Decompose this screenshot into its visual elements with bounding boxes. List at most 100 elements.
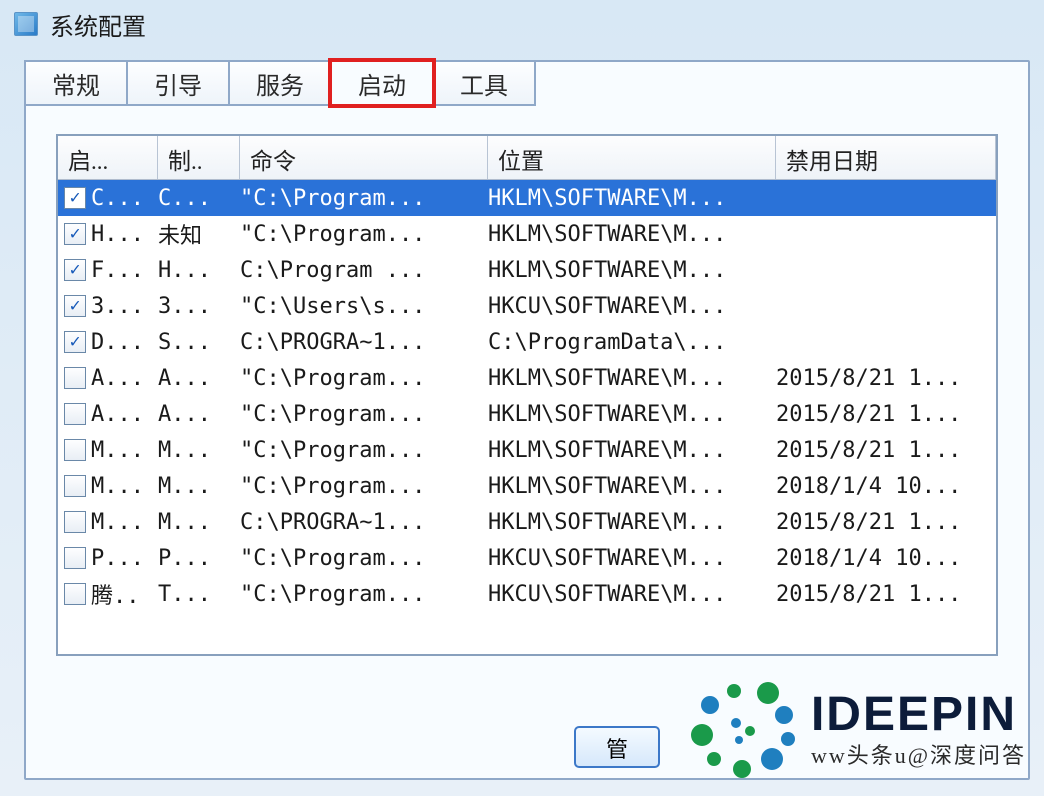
cell-c2: C:\PROGRA~1... bbox=[240, 330, 488, 355]
cell-startup-item: A... bbox=[91, 366, 144, 391]
cell-c2: "C:\Program... bbox=[240, 438, 488, 463]
cell-c1: A... bbox=[158, 402, 240, 427]
row-checkbox[interactable] bbox=[64, 439, 86, 461]
cell-c1: C... bbox=[158, 186, 240, 211]
tabstrip: 常规引导服务启动工具 bbox=[24, 60, 1028, 106]
row-checkbox[interactable] bbox=[64, 259, 86, 281]
cell-c3: HKCU\SOFTWARE\M... bbox=[488, 582, 776, 607]
row-checkbox[interactable] bbox=[64, 187, 86, 209]
tab-0[interactable]: 常规 bbox=[24, 60, 128, 106]
cell-c1: H... bbox=[158, 258, 240, 283]
table-row[interactable]: F... H...C:\Program ...HKLM\SOFTWARE\M... bbox=[58, 252, 996, 288]
tab-3[interactable]: 启动 bbox=[330, 60, 434, 106]
window-body: 常规引导服务启动工具 启... 制.. 命令 位置 禁用日期 C...C..."… bbox=[24, 60, 1030, 780]
cell-c3: HKLM\SOFTWARE\M... bbox=[488, 186, 776, 211]
tab-panel-startup: 启... 制.. 命令 位置 禁用日期 C...C..."C:\Program.… bbox=[26, 106, 1028, 666]
cell-c3: HKLM\SOFTWARE\M... bbox=[488, 402, 776, 427]
tab-1[interactable]: 引导 bbox=[126, 60, 230, 106]
cell-c1: P... bbox=[158, 546, 240, 571]
tab-2[interactable]: 服务 bbox=[228, 60, 332, 106]
cell-c1: 3... bbox=[158, 294, 240, 319]
cell-c2: "C:\Program... bbox=[240, 366, 488, 391]
row-checkbox[interactable] bbox=[64, 511, 86, 533]
table-row[interactable]: D... S...C:\PROGRA~1...C:\ProgramData\... bbox=[58, 324, 996, 360]
cell-c4: 2015/8/21 1... bbox=[776, 438, 996, 463]
cell-c2: "C:\Program... bbox=[240, 402, 488, 427]
table-row[interactable]: H... 未知"C:\Program...HKLM\SOFTWARE\M... bbox=[58, 216, 996, 252]
col-header-manufacturer[interactable]: 制.. bbox=[158, 136, 240, 179]
cell-c3: HKLM\SOFTWARE\M... bbox=[488, 438, 776, 463]
cell-startup-item: F... bbox=[91, 258, 144, 283]
cell-startup-item: 腾.. bbox=[91, 578, 140, 610]
row-checkbox[interactable] bbox=[64, 223, 86, 245]
list-header: 启... 制.. 命令 位置 禁用日期 bbox=[58, 136, 996, 180]
cell-c3: HKLM\SOFTWARE\M... bbox=[488, 474, 776, 499]
cell-startup-item: M... bbox=[91, 474, 144, 499]
cell-c3: HKCU\SOFTWARE\M... bbox=[488, 546, 776, 571]
cell-c1: M... bbox=[158, 510, 240, 535]
cell-c3: HKCU\SOFTWARE\M... bbox=[488, 294, 776, 319]
col-header-startup-item[interactable]: 启... bbox=[58, 136, 158, 179]
table-row[interactable]: A...A..."C:\Program...HKLM\SOFTWARE\M...… bbox=[58, 360, 996, 396]
cell-c3: HKLM\SOFTWARE\M... bbox=[488, 222, 776, 247]
cell-c2: "C:\Program... bbox=[240, 582, 488, 607]
cell-c4: 2018/1/4 10... bbox=[776, 474, 996, 499]
cell-c3: C:\ProgramData\... bbox=[488, 330, 776, 355]
cell-startup-item: M... bbox=[91, 438, 144, 463]
cell-c3: HKLM\SOFTWARE\M... bbox=[488, 510, 776, 535]
table-row[interactable]: M...M...C:\PROGRA~1...HKLM\SOFTWARE\M...… bbox=[58, 504, 996, 540]
table-row[interactable]: 3...3..."C:\Users\s...HKCU\SOFTWARE\M... bbox=[58, 288, 996, 324]
table-row[interactable]: M...M..."C:\Program...HKLM\SOFTWARE\M...… bbox=[58, 468, 996, 504]
cell-c1: 未知 bbox=[158, 218, 240, 250]
cell-c3: HKLM\SOFTWARE\M... bbox=[488, 258, 776, 283]
table-row[interactable]: M...M..."C:\Program...HKLM\SOFTWARE\M...… bbox=[58, 432, 996, 468]
row-checkbox[interactable] bbox=[64, 547, 86, 569]
cell-c4: 2015/8/21 1... bbox=[776, 366, 996, 391]
cell-c1: A... bbox=[158, 366, 240, 391]
cell-c2: C:\Program ... bbox=[240, 258, 488, 283]
cell-startup-item: H... bbox=[91, 222, 144, 247]
cell-c1: M... bbox=[158, 474, 240, 499]
cell-c1: T... bbox=[158, 582, 240, 607]
cell-startup-item: P... bbox=[91, 546, 144, 571]
bottom-button[interactable]: 管 bbox=[574, 726, 660, 768]
table-row[interactable]: C...C..."C:\Program...HKLM\SOFTWARE\M... bbox=[58, 180, 996, 216]
cell-c3: HKLM\SOFTWARE\M... bbox=[488, 366, 776, 391]
table-row[interactable]: 腾.. T..."C:\Program...HKCU\SOFTWARE\M...2… bbox=[58, 576, 996, 612]
col-header-disabled-date[interactable]: 禁用日期 bbox=[776, 136, 996, 179]
cell-startup-item: A... bbox=[91, 402, 144, 427]
cell-c2: "C:\Program... bbox=[240, 546, 488, 571]
cell-c2: "C:\Program... bbox=[240, 186, 488, 211]
col-header-command[interactable]: 命令 bbox=[240, 136, 488, 179]
tab-4[interactable]: 工具 bbox=[432, 60, 536, 106]
row-checkbox[interactable] bbox=[64, 583, 86, 605]
bottom-area: 管 bbox=[26, 688, 1028, 778]
cell-c2: "C:\Program... bbox=[240, 474, 488, 499]
cell-c2: C:\PROGRA~1... bbox=[240, 510, 488, 535]
row-checkbox[interactable] bbox=[64, 331, 86, 353]
row-checkbox[interactable] bbox=[64, 403, 86, 425]
startup-list: 启... 制.. 命令 位置 禁用日期 C...C..."C:\Program.… bbox=[56, 134, 998, 656]
cell-c2: "C:\Program... bbox=[240, 222, 488, 247]
cell-startup-item: 3... bbox=[91, 294, 144, 319]
col-header-location[interactable]: 位置 bbox=[488, 136, 776, 179]
cell-c2: "C:\Users\s... bbox=[240, 294, 488, 319]
cell-startup-item: C... bbox=[91, 186, 144, 211]
cell-c4: 2015/8/21 1... bbox=[776, 510, 996, 535]
cell-c1: S... bbox=[158, 330, 240, 355]
titlebar: 系统配置 bbox=[0, 0, 1044, 48]
list-rows: C...C..."C:\Program...HKLM\SOFTWARE\M...… bbox=[58, 180, 996, 612]
row-checkbox[interactable] bbox=[64, 475, 86, 497]
cell-c1: M... bbox=[158, 438, 240, 463]
cell-startup-item: M... bbox=[91, 510, 144, 535]
app-icon bbox=[14, 12, 38, 36]
table-row[interactable]: P...P..."C:\Program...HKCU\SOFTWARE\M...… bbox=[58, 540, 996, 576]
cell-c4: 2015/8/21 1... bbox=[776, 402, 996, 427]
cell-c4: 2018/1/4 10... bbox=[776, 546, 996, 571]
table-row[interactable]: A...A..."C:\Program...HKLM\SOFTWARE\M...… bbox=[58, 396, 996, 432]
cell-c4: 2015/8/21 1... bbox=[776, 582, 996, 607]
row-checkbox[interactable] bbox=[64, 295, 86, 317]
row-checkbox[interactable] bbox=[64, 367, 86, 389]
cell-startup-item: D... bbox=[91, 330, 144, 355]
window-title: 系统配置 bbox=[50, 7, 146, 42]
